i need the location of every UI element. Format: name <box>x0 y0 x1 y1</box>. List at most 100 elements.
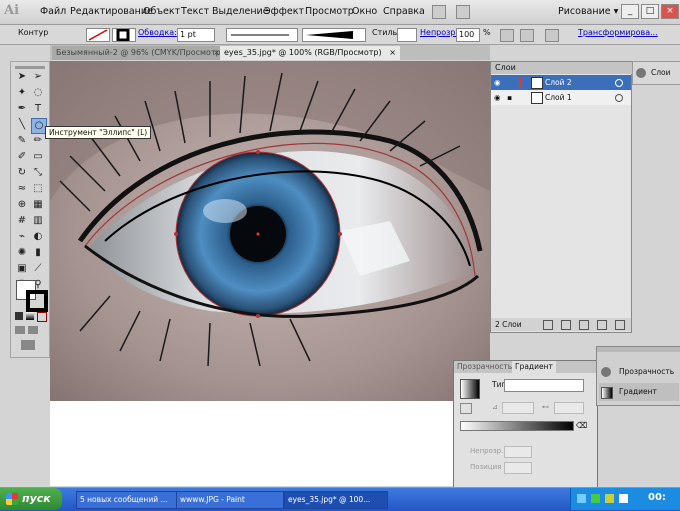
lasso-tool-icon[interactable]: ◌ <box>31 86 45 100</box>
column-graph-tool-icon[interactable]: ▮ <box>31 246 45 260</box>
new-layer-icon[interactable] <box>597 320 607 330</box>
delete-stop-icon[interactable]: ⌫ <box>576 421 587 430</box>
menu-object[interactable]: Объект <box>143 6 180 17</box>
taskbar-item-mail[interactable]: 5 новых сообщений ... <box>76 491 178 509</box>
minimize-button[interactable]: _ <box>621 4 639 19</box>
volume-icon[interactable] <box>619 494 628 503</box>
dock-item-gradient[interactable]: Градиент <box>599 383 679 401</box>
draw-normal-icon[interactable] <box>15 326 25 334</box>
trash-icon[interactable] <box>615 320 625 330</box>
restore-button[interactable]: □ <box>641 4 659 19</box>
opacity-field[interactable]: 100 <box>456 28 480 42</box>
gradient-swatch[interactable] <box>460 379 480 399</box>
eye-visibility-icon[interactable]: ◉ <box>494 75 501 90</box>
tab-close-icon[interactable]: × <box>213 46 220 60</box>
stroke-color-icon[interactable] <box>26 290 48 312</box>
opacity-link[interactable]: Непрозр.: <box>420 28 461 37</box>
mesh-tool-icon[interactable]: # <box>15 214 29 228</box>
start-button[interactable]: пуск <box>0 488 62 510</box>
blend-tool-icon[interactable]: ◐ <box>31 230 45 244</box>
dock-item-transparency[interactable]: Прозрачность <box>599 363 679 381</box>
recolor-icon[interactable] <box>500 29 514 42</box>
layer-row[interactable]: ◉ ▪ Слой 1 <box>491 90 631 105</box>
eyedropper-tool-icon[interactable]: ⌁ <box>15 230 29 244</box>
symbol-sprayer-tool-icon[interactable]: ✺ <box>15 246 29 260</box>
layer-name[interactable]: Слой 1 <box>545 90 572 105</box>
tab-gradient[interactable]: Градиент <box>512 361 556 373</box>
fill-swatch[interactable] <box>86 28 110 42</box>
taskbar-item-paint[interactable]: wwww.JPG - Paint <box>176 491 284 509</box>
locate-object-icon[interactable] <box>543 320 553 330</box>
menu-view[interactable]: Просмотр <box>305 6 354 17</box>
grid-icon[interactable] <box>545 29 559 42</box>
gradient-mode-icon[interactable] <box>26 312 34 320</box>
tab-transparency[interactable]: Прозрачность <box>457 361 512 373</box>
clock[interactable]: 00: <box>648 492 666 503</box>
tab-close-icon[interactable]: × <box>389 46 396 60</box>
free-transform-tool-icon[interactable]: ⬚ <box>31 182 45 196</box>
brush-select[interactable] <box>302 28 366 42</box>
tab-eyes[interactable]: eyes_35.jpg* @ 100% (RGB/Просмотр) × <box>220 46 400 60</box>
eye-visibility-icon[interactable]: ◉ <box>494 90 501 105</box>
pen-tool-icon[interactable]: ✒ <box>15 102 29 116</box>
draw-behind-icon[interactable] <box>28 326 38 334</box>
scale-tool-icon[interactable]: ⤡ <box>31 166 45 180</box>
shape-builder-tool-icon[interactable]: ⊕ <box>15 198 29 212</box>
menu-help[interactable]: Справка <box>383 6 425 17</box>
paintbrush-tool-icon[interactable]: ✎ <box>15 134 29 148</box>
line-tool-icon[interactable]: ╲ <box>15 118 29 132</box>
layers-panel-title[interactable]: Слои <box>491 62 635 74</box>
reverse-gradient-icon[interactable] <box>460 403 472 414</box>
arrange-icon[interactable] <box>456 5 470 19</box>
rotate-tool-icon[interactable]: ↻ <box>15 166 29 180</box>
stroke-weight-field[interactable]: 1 pt <box>177 28 215 42</box>
eraser-tool-icon[interactable]: ▭ <box>31 150 45 164</box>
target-icon[interactable] <box>615 79 623 87</box>
tray-icon[interactable] <box>577 494 586 503</box>
blob-brush-tool-icon[interactable]: ✐ <box>15 150 29 164</box>
menu-text[interactable]: Текст <box>181 6 209 17</box>
live-paint-tool-icon[interactable]: ▦ <box>31 198 45 212</box>
slice-tool-icon[interactable]: ⟋ <box>31 262 45 276</box>
new-sublayer-icon[interactable] <box>579 320 589 330</box>
menu-select[interactable]: Выделение <box>212 6 269 17</box>
tab-untitled[interactable]: Безымянный-2 @ 96% (CMYK/Просмотр) × <box>52 46 224 60</box>
dock-header[interactable] <box>597 347 680 352</box>
style-select[interactable] <box>397 28 417 42</box>
lock-icon[interactable]: ▪ <box>507 90 512 105</box>
tray-icon[interactable] <box>605 494 614 503</box>
menu-edit[interactable]: Редактирование <box>70 6 153 17</box>
menu-window[interactable]: Окно <box>352 6 377 17</box>
clipping-mask-icon[interactable] <box>561 320 571 330</box>
layer-row[interactable]: ◉ Слой 2 <box>491 75 631 90</box>
gradient-slider[interactable] <box>460 421 574 431</box>
artboard-tool-icon[interactable]: ▣ <box>15 262 29 276</box>
document-canvas[interactable] <box>50 61 490 401</box>
type-tool-icon[interactable]: T <box>31 102 45 116</box>
dock-layers[interactable]: Слои <box>632 61 680 85</box>
workspace-switcher[interactable]: Рисование ▾ <box>558 6 618 17</box>
magic-wand-tool-icon[interactable]: ✦ <box>15 86 29 100</box>
pencil-tool-icon[interactable]: ✏ <box>31 134 45 148</box>
stop-position-field[interactable] <box>504 462 532 474</box>
menu-file[interactable]: Файл <box>40 6 66 17</box>
gradient-type-select[interactable] <box>504 379 584 392</box>
screen-mode-icon[interactable] <box>21 340 35 350</box>
toolbox-grip[interactable] <box>15 66 45 69</box>
layer-name[interactable]: Слой 2 <box>545 75 572 90</box>
direct-selection-tool-icon[interactable]: ➢ <box>31 70 45 84</box>
menu-effect[interactable]: Эффект <box>264 6 304 17</box>
warp-tool-icon[interactable]: ≈ <box>15 182 29 196</box>
tray-icon[interactable] <box>591 494 600 503</box>
align-icon[interactable] <box>520 29 534 42</box>
bridge-icon[interactable] <box>432 5 446 19</box>
gradient-tool-icon[interactable]: ▥ <box>31 214 45 228</box>
transform-link[interactable]: Трансформирова... <box>578 28 658 37</box>
color-mode-icon[interactable] <box>15 312 23 320</box>
target-icon[interactable] <box>615 94 623 102</box>
selection-tool-icon[interactable]: ➤ <box>15 70 29 84</box>
stop-opacity-field[interactable] <box>504 446 532 458</box>
none-mode-icon[interactable] <box>37 312 47 322</box>
close-button[interactable]: × <box>661 4 679 19</box>
aspect-field[interactable] <box>554 402 584 414</box>
